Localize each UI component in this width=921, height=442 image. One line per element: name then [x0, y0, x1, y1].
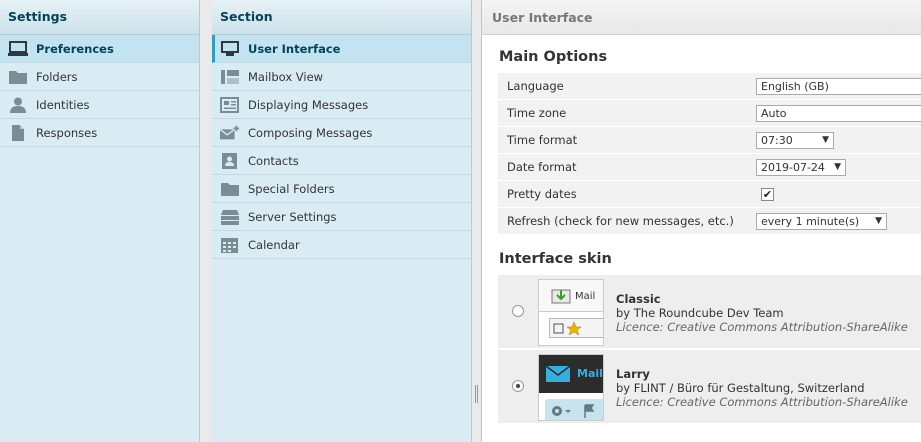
section-item-composing-messages[interactable]: Composing Messages — [212, 119, 471, 147]
interface-skin-title: Interface skin — [499, 251, 612, 267]
section-item-mailbox-view[interactable]: Mailbox View — [212, 63, 471, 91]
skin-classic-radio[interactable] — [512, 305, 524, 317]
option-row-timezone: Time zone Auto — [498, 100, 921, 127]
monitor-icon — [220, 40, 240, 57]
section-item-contacts[interactable]: Contacts — [212, 147, 471, 175]
section-item-label: Contacts — [248, 153, 299, 168]
newspaper-icon — [220, 96, 240, 113]
section-item-server-settings[interactable]: Server Settings — [212, 203, 471, 231]
refresh-select[interactable]: every 1 minute(s) ▼ — [756, 212, 887, 230]
settings-item-label: Folders — [36, 69, 78, 84]
settings-item-identities[interactable]: Identities — [0, 91, 199, 119]
layout-icon — [220, 69, 240, 85]
skin-classic-thumbnail: Mail — [538, 279, 604, 346]
skin-larry-author: by FLINT / Büro für Gestaltung, Switzerl… — [616, 381, 865, 395]
checkmark-icon: ✔ — [762, 187, 773, 201]
section-item-label: Calendar — [248, 237, 300, 252]
splitter-grip-icon[interactable] — [475, 385, 478, 403]
envelope-plus-icon — [220, 125, 240, 141]
option-row-date-format: Date format 2019-07-24 ▼ — [498, 154, 921, 181]
settings-item-label: Identities — [36, 97, 90, 112]
section-item-calendar[interactable]: Calendar — [212, 231, 471, 259]
folder-icon — [220, 181, 240, 197]
date-format-value: 2019-07-24 — [761, 160, 825, 174]
skin-classic-info: Classic by The Roundcube Dev Team Licenc… — [616, 292, 908, 334]
skin-larry-radio[interactable] — [512, 380, 524, 392]
server-icon — [220, 209, 240, 225]
folder-icon — [8, 69, 28, 85]
section-panel: Section User Interface Mailbox View Disp… — [212, 0, 472, 442]
settings-item-responses[interactable]: Responses — [0, 119, 199, 147]
language-label: Language — [507, 79, 564, 93]
skin-larry-thumbnail: Mail — [538, 354, 604, 421]
language-select[interactable]: English (GB) — [756, 77, 921, 95]
envelope-icon — [546, 366, 570, 382]
section-header: Section — [212, 0, 471, 35]
section-item-label: Displaying Messages — [248, 97, 369, 112]
section-item-label: Server Settings — [248, 209, 337, 224]
main-panel: User Interface Main Options Language Eng… — [481, 0, 921, 442]
main-content: Main Options Language English (GB) Time … — [482, 49, 921, 425]
settings-panel: Settings Preferences Folders Identities … — [0, 0, 200, 442]
option-row-language: Language English (GB) — [498, 73, 921, 100]
skin-larry-license: Licence: Creative Commons Attribution-Sh… — [616, 395, 908, 409]
section-item-label: User Interface — [248, 41, 341, 56]
option-row-time-format: Time format 07:30 ▼ — [498, 127, 921, 154]
section-item-special-folders[interactable]: Special Folders — [212, 175, 471, 203]
main-header: User Interface — [482, 0, 921, 35]
skin-classic-author: by The Roundcube Dev Team — [616, 306, 784, 320]
date-format-label: Date format — [507, 160, 577, 174]
contact-card-icon — [220, 152, 240, 169]
panel-splitter[interactable] — [472, 0, 481, 442]
pretty-dates-label: Pretty dates — [507, 187, 577, 201]
settings-item-preferences[interactable]: Preferences — [0, 35, 199, 63]
section-item-label: Mailbox View — [248, 69, 324, 84]
section-item-label: Composing Messages — [248, 125, 373, 140]
star-icon — [553, 321, 582, 336]
chevron-down-icon: ▼ — [875, 216, 882, 226]
language-value: English (GB) — [761, 79, 829, 93]
timezone-select[interactable]: Auto — [756, 104, 921, 122]
option-row-refresh: Refresh (check for new messages, etc.) e… — [498, 208, 921, 235]
refresh-label: Refresh (check for new messages, etc.) — [507, 214, 734, 228]
settings-item-folders[interactable]: Folders — [0, 63, 199, 91]
option-row-pretty-dates: Pretty dates ✔ — [498, 181, 921, 208]
calendar-icon — [220, 237, 240, 253]
section-item-displaying-messages[interactable]: Displaying Messages — [212, 91, 471, 119]
settings-item-label: Preferences — [36, 41, 114, 56]
skin-classic-license: Licence: Creative Commons Attribution-Sh… — [616, 320, 908, 334]
chevron-down-icon: ▼ — [822, 135, 829, 145]
settings-header: Settings — [0, 0, 199, 35]
mail-download-icon — [551, 289, 571, 304]
skin-classic-thumb-label: Mail — [575, 291, 596, 302]
section-item-label: Special Folders — [248, 181, 335, 196]
skin-row-larry[interactable]: Mail Larry by FLINT / Büro für Gestaltun… — [498, 350, 921, 425]
person-icon — [8, 97, 28, 113]
skin-larry-name: Larry — [616, 367, 650, 381]
time-format-value: 07:30 — [761, 133, 793, 147]
skin-larry-thumb-label: Mail — [577, 367, 603, 380]
date-format-select[interactable]: 2019-07-24 ▼ — [756, 158, 846, 176]
timezone-value: Auto — [761, 106, 787, 120]
monitor-icon — [8, 40, 28, 57]
section-item-user-interface[interactable]: User Interface — [212, 35, 471, 63]
timezone-label: Time zone — [507, 106, 567, 120]
document-icon — [8, 124, 28, 141]
time-format-label: Time format — [507, 133, 578, 147]
time-format-select[interactable]: 07:30 ▼ — [756, 131, 834, 149]
gear-icon — [552, 404, 595, 418]
skin-classic-name: Classic — [616, 292, 661, 306]
settings-item-label: Responses — [36, 125, 98, 140]
skin-row-classic[interactable]: Mail Classic by The Roundcube Dev Team L… — [498, 275, 921, 350]
skin-larry-info: Larry by FLINT / Büro für Gestaltung, Sw… — [616, 367, 908, 409]
refresh-value: every 1 minute(s) — [761, 214, 860, 228]
pretty-dates-checkbox[interactable]: ✔ — [761, 187, 774, 201]
main-options-title: Main Options — [499, 49, 608, 65]
chevron-down-icon: ▼ — [834, 162, 841, 172]
